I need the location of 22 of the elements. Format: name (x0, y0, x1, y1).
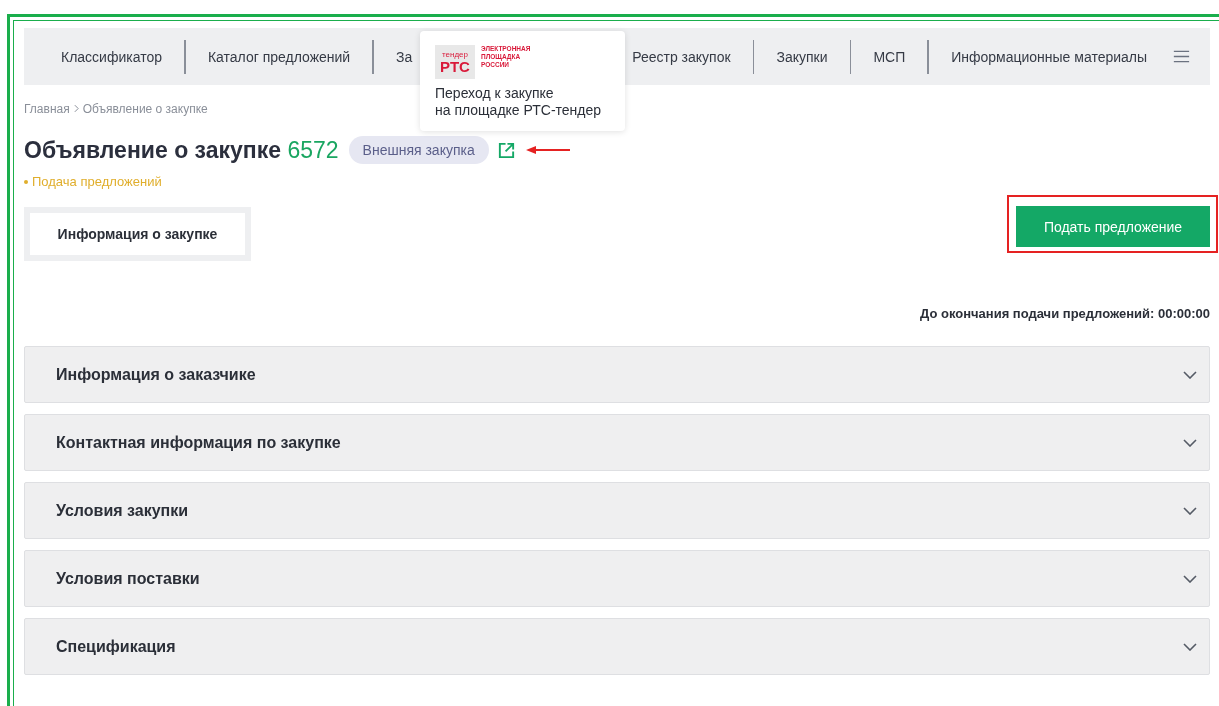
external-link-icon[interactable] (496, 140, 516, 160)
accordion-header[interactable]: Спецификация (24, 618, 1210, 675)
nav-link[interactable]: МСП (851, 48, 928, 65)
nav-link[interactable]: Классификатор (61, 48, 184, 65)
accordion-header[interactable]: Условия поставки (24, 550, 1210, 607)
accordion-header[interactable]: Контактная информация по закупке (24, 414, 1210, 471)
tab[interactable]: Информация о закупке (24, 207, 251, 261)
deadline-text: До окончания подачи предложений: 00:00:00 (919, 306, 1210, 321)
page-title: Объявление о закупке 6572 (24, 136, 339, 164)
nav-link[interactable]: Каталог предложений (185, 48, 373, 65)
nav-link[interactable]: Закупки (754, 48, 850, 65)
menu-icon[interactable] (1173, 50, 1191, 63)
external-purchase-tag: Внешняя закупка (348, 136, 489, 164)
logo-text: тендер (442, 50, 468, 59)
logo-text: РТС (440, 58, 470, 74)
tooltip-text: на площадке РТС-тендер (435, 102, 603, 119)
accordion-header[interactable]: Информация о заказчике (24, 346, 1210, 403)
accordion-header[interactable]: Условия закупки (24, 482, 1210, 539)
tooltip-text: Переход к закупке (435, 85, 555, 102)
status-text: Подача предложений (24, 174, 1210, 189)
nav-link[interactable]: Информационные материалы (929, 48, 1170, 65)
annotation-arrow (525, 145, 570, 155)
